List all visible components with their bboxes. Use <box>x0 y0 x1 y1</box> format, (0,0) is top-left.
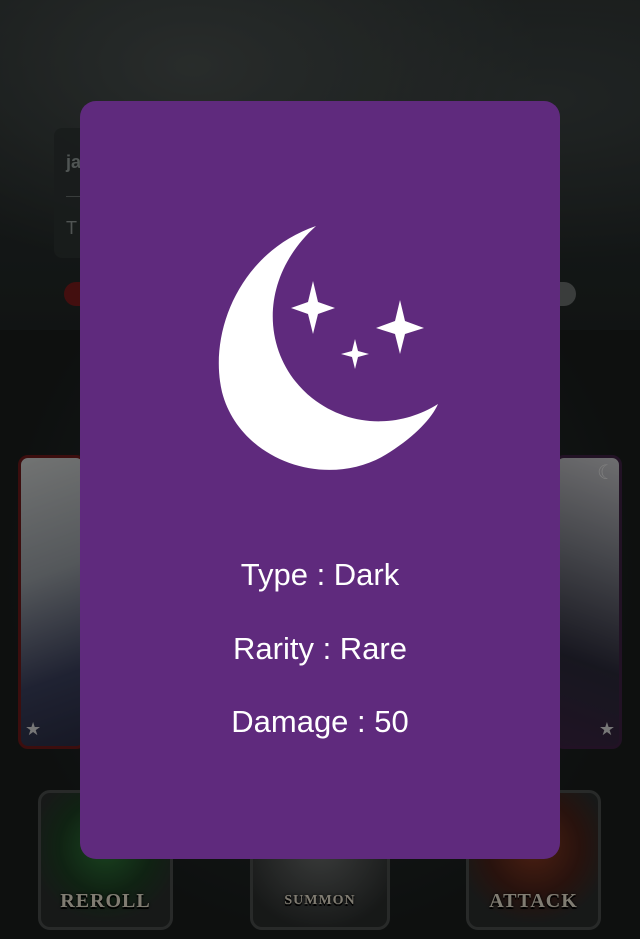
moon-stars-icon <box>200 222 440 478</box>
card-info-modal: Type : Dark Rarity : Rare Damage : 50 <box>80 101 560 859</box>
card-damage-text: Damage : 50 <box>231 704 409 739</box>
card-type-text: Type : Dark <box>240 557 400 592</box>
card-rarity-text: Rarity : Rare <box>233 631 407 666</box>
